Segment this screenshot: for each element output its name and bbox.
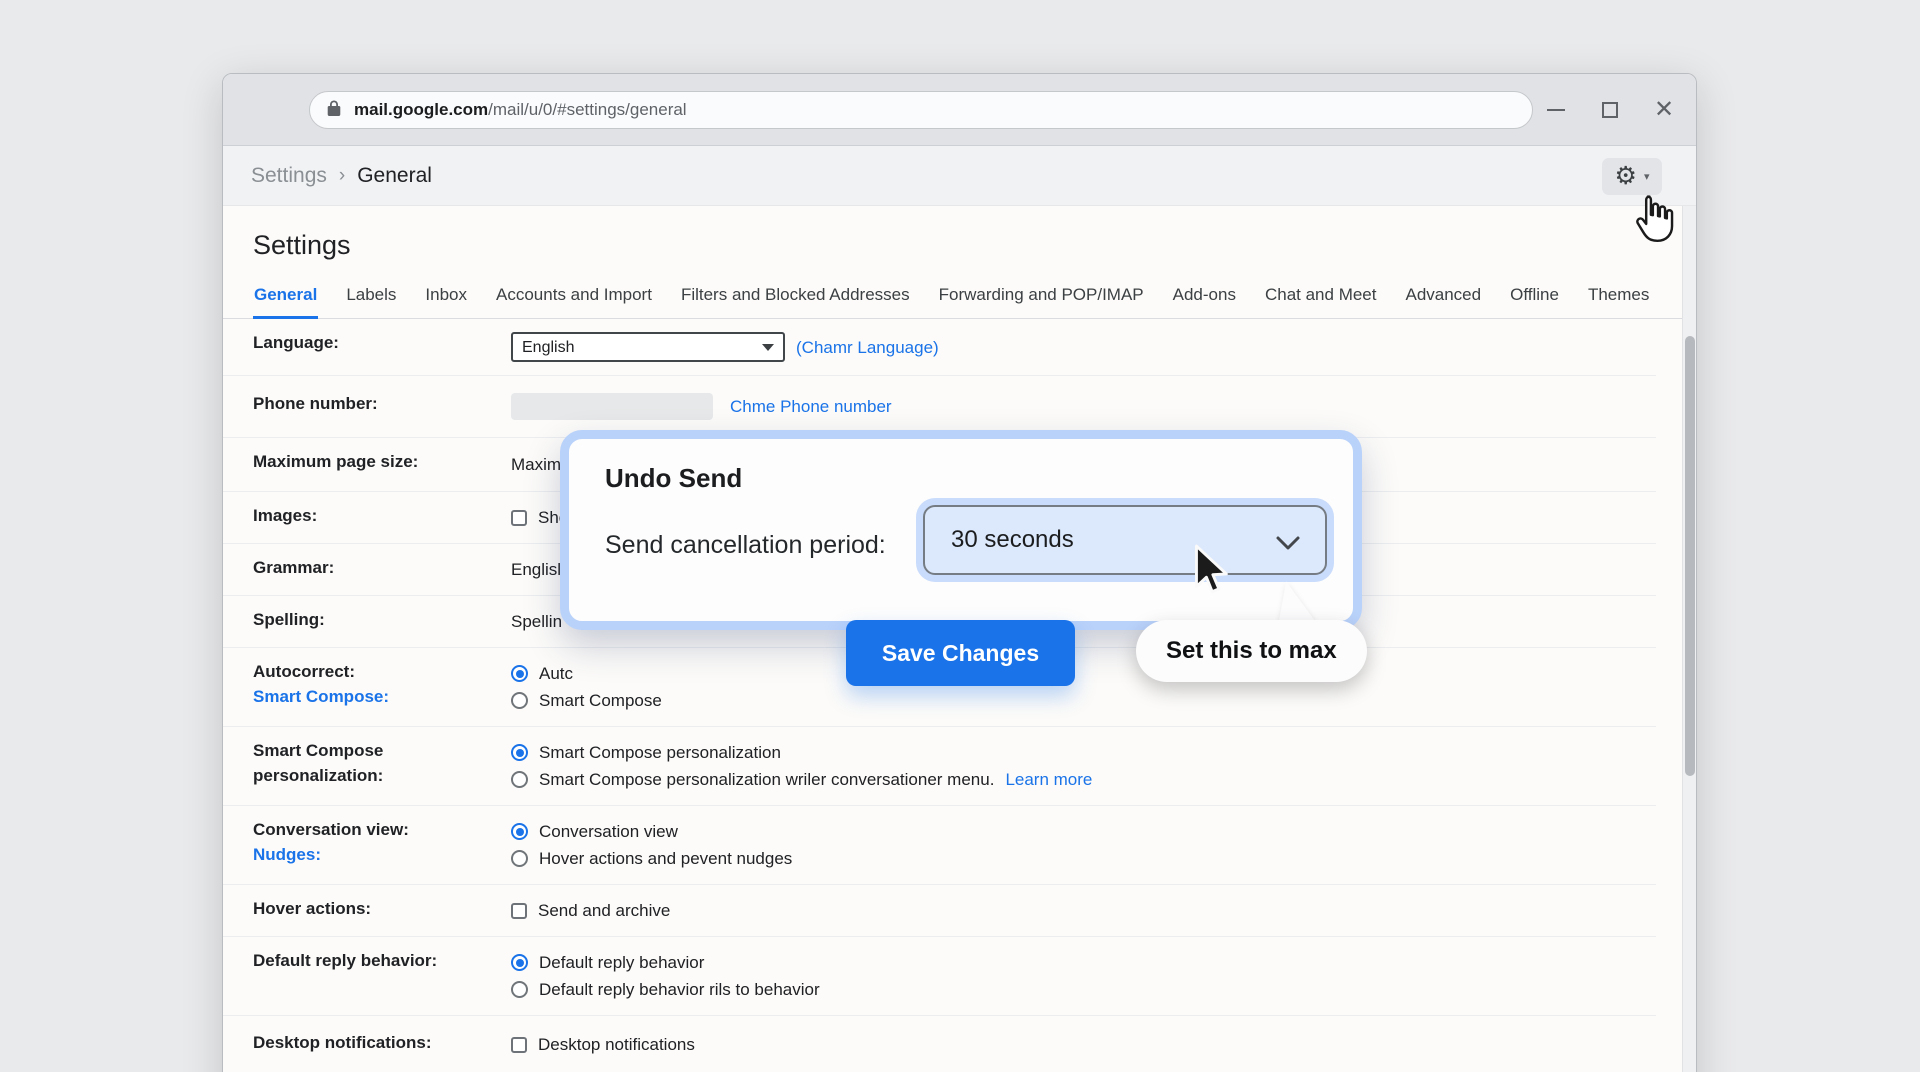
row-label: Conversation view: — [253, 820, 409, 839]
tab-chat-and-meet[interactable]: Chat and Meet — [1264, 277, 1378, 318]
breadcrumb-bar: Settings › General ⚙ ▾ — [223, 146, 1696, 206]
page-title: Settings — [253, 230, 1696, 261]
tab-add-ons[interactable]: Add-ons — [1172, 277, 1237, 318]
url-text: mail.google.com/mail/u/0/#settings/gener… — [354, 100, 687, 120]
row-label: Default reply behavior: — [253, 948, 511, 973]
phone-number-input[interactable] — [511, 393, 713, 420]
settings-tabs: General Labels Inbox Accounts and Import… — [223, 277, 1696, 319]
row-label: Spelling: — [253, 607, 511, 632]
change-phone-link[interactable]: Chme Phone number — [730, 394, 892, 419]
dropdown-value: 30 seconds — [951, 526, 1074, 554]
learn-more-link[interactable]: Learn more — [1005, 767, 1092, 792]
row-label: Language: — [253, 330, 511, 355]
radio-label: Hover actions and pevent nudges — [539, 846, 792, 871]
row-phone-number: Phone number: Chme Phone number — [223, 376, 1656, 438]
radio-label: Default reply behavior rils to behavior — [539, 977, 820, 1002]
smart-compose-link[interactable]: Smart Compose: — [253, 684, 511, 709]
url-domain: mail.google.com — [354, 100, 488, 119]
close-icon: ✕ — [1654, 98, 1674, 122]
radio-label: Smart Compose personalization wriler con… — [539, 767, 994, 792]
row-label: Smart Compose personalization: — [253, 738, 511, 788]
scp-radio-on[interactable] — [511, 744, 528, 761]
tab-offline[interactable]: Offline — [1509, 277, 1560, 318]
url-bar[interactable]: mail.google.com/mail/u/0/#settings/gener… — [309, 91, 1533, 129]
set-this-to-max-tooltip: Set this to max — [1136, 620, 1367, 682]
smart-compose-radio-off[interactable] — [511, 692, 528, 709]
tab-advanced[interactable]: Advanced — [1404, 277, 1482, 318]
close-button[interactable]: ✕ — [1652, 98, 1676, 122]
nudges-link[interactable]: Nudges: — [253, 842, 511, 867]
maximize-icon — [1602, 102, 1618, 118]
default-reply-radio-off[interactable] — [511, 981, 528, 998]
radio-label: Default reply behavior — [539, 950, 704, 975]
chevron-down-icon — [1275, 531, 1301, 559]
popup-title: Undo Send — [605, 463, 742, 494]
scrollbar-thumb[interactable] — [1685, 336, 1695, 776]
row-label: Grammar: — [253, 555, 511, 580]
radio-label: Smart Compose — [539, 688, 662, 713]
save-changes-button[interactable]: Save Changes — [846, 620, 1075, 686]
tab-inbox[interactable]: Inbox — [424, 277, 468, 318]
row-label: Images: — [253, 503, 511, 528]
row-conversation-view: Conversation view: Nudges: Conversation … — [223, 806, 1656, 885]
radio-label: Smart Compose personalization — [539, 740, 781, 765]
scrollbar-track[interactable] — [1682, 206, 1696, 1072]
cancellation-period-label: Send cancellation period: — [605, 531, 886, 560]
default-reply-radio-on[interactable] — [511, 954, 528, 971]
radio-label: Conversation view — [539, 819, 678, 844]
row-smart-compose-personalization: Smart Compose personalization: Smart Com… — [223, 727, 1656, 806]
cancellation-period-dropdown[interactable]: 30 seconds — [923, 505, 1327, 575]
breadcrumb-separator: › — [339, 165, 345, 187]
tab-themes[interactable]: Themes — [1587, 277, 1650, 318]
settings-gear-button[interactable]: ⚙ ▾ — [1602, 158, 1662, 195]
hand-cursor-icon — [1628, 192, 1680, 253]
breadcrumb-settings[interactable]: Settings — [251, 164, 327, 188]
grammar-text: Englisl — [511, 557, 561, 582]
hover-actions-checkbox[interactable] — [511, 903, 527, 919]
lock-icon[interactable] — [326, 99, 342, 122]
window-controls: ✕ — [1544, 74, 1676, 146]
undo-send-popup: Undo Send Send cancellation period: 30 s… — [560, 430, 1362, 630]
browser-chrome: mail.google.com/mail/u/0/#settings/gener… — [223, 74, 1696, 146]
row-label: Maximum page size: — [253, 449, 511, 474]
autocorrect-radio-on[interactable] — [511, 665, 528, 682]
desktop-notifications-checkbox[interactable] — [511, 1037, 527, 1053]
checkbox-label: Send and archive — [538, 898, 670, 923]
breadcrumb-general: General — [357, 164, 432, 188]
tab-forwarding[interactable]: Forwarding and POP/IMAP — [938, 277, 1145, 318]
checkbox-label: Desktop notifications — [538, 1032, 695, 1057]
scp-radio-off[interactable] — [511, 771, 528, 788]
row-label: Desktop notifications: — [253, 1030, 511, 1055]
row-label: Phone number: — [253, 391, 511, 416]
row-default-reply: Default reply behavior: Default reply be… — [223, 937, 1656, 1016]
minimize-button[interactable] — [1544, 98, 1568, 122]
chevron-down-icon: ▾ — [1644, 170, 1650, 183]
change-language-link[interactable]: (Chamr Language) — [796, 335, 939, 360]
images-checkbox[interactable] — [511, 510, 527, 526]
tab-accounts-and-import[interactable]: Accounts and Import — [495, 277, 653, 318]
conversation-view-radio-on[interactable] — [511, 823, 528, 840]
radio-label: Autc — [539, 661, 573, 686]
row-language: Language: English (Chamr Language) — [223, 319, 1656, 376]
gear-icon: ⚙ — [1615, 164, 1637, 189]
spelling-text: Spellin — [511, 609, 562, 634]
language-select[interactable]: English — [511, 332, 785, 362]
cursor-arrow-icon — [1186, 544, 1236, 603]
row-label: Autocorrect: — [253, 662, 355, 681]
tab-labels[interactable]: Labels — [345, 277, 397, 318]
row-label: Hover actions: — [253, 896, 511, 921]
minimize-icon — [1547, 109, 1565, 111]
row-desktop-notifications: Desktop notifications: Desktop notificat… — [223, 1016, 1656, 1072]
nudges-radio-off[interactable] — [511, 850, 528, 867]
row-hover-actions: Hover actions: Send and archive — [223, 885, 1656, 937]
select-caret-icon — [762, 344, 774, 351]
maximize-button[interactable] — [1598, 98, 1622, 122]
url-path: /mail/u/0/#settings/general — [488, 100, 686, 119]
tab-filters[interactable]: Filters and Blocked Addresses — [680, 277, 911, 318]
tab-general[interactable]: General — [253, 277, 318, 319]
